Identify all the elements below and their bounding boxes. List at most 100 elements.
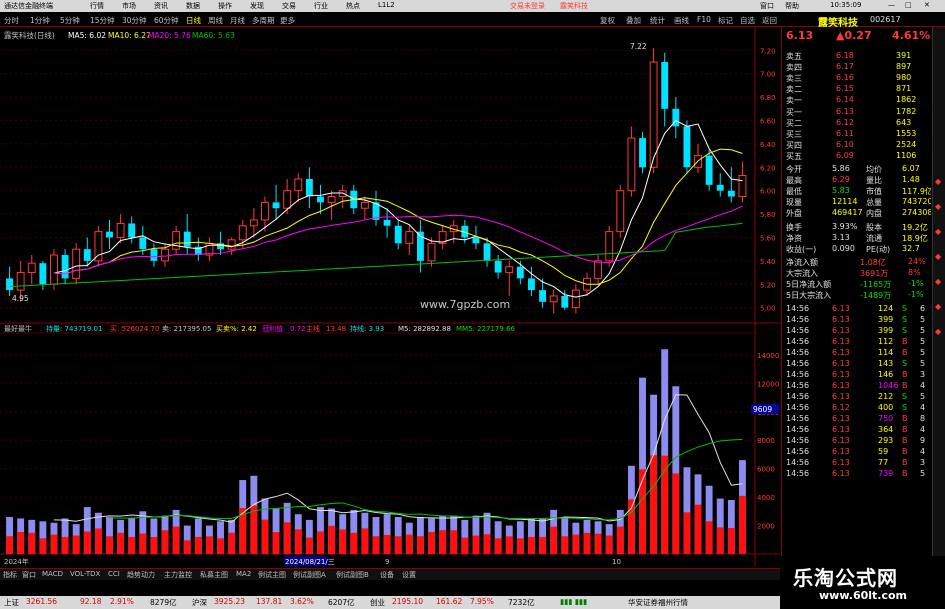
tool-stats[interactable]: 统计 — [650, 15, 665, 26]
side-button[interactable]: ◆ — [935, 277, 941, 286]
tool-overlay[interactable]: 叠加 — [626, 15, 641, 26]
buy-row: 买五 6.09 1106 — [784, 151, 930, 162]
menu-data[interactable]: 数据 — [186, 1, 200, 11]
indicator-buy: 买: 526024.70 — [110, 325, 159, 333]
period-tab[interactable]: 30分钟 — [122, 15, 147, 26]
tool-restore-rights[interactable]: 复权 — [600, 15, 615, 26]
index-hs-name[interactable]: 沪深 — [192, 597, 207, 608]
price-pct: 4.61% — [892, 29, 931, 42]
side-button[interactable]: ◆ — [935, 177, 941, 186]
volume-bar-buy — [583, 532, 591, 554]
side-button[interactable]: ◆ — [935, 227, 941, 236]
menu-l1l2[interactable]: L1L2 — [378, 1, 395, 9]
candle-body-down — [561, 295, 569, 308]
tab-indicator[interactable]: 指标 — [3, 570, 17, 580]
period-tab[interactable]: 分时 — [4, 15, 19, 26]
tab-vol-tdx[interactable]: VOL-TDX — [70, 570, 100, 578]
tick-price: 6.12 — [832, 403, 850, 412]
volume-bar-buy — [383, 534, 391, 554]
side-button[interactable]: ◆ — [935, 202, 941, 211]
tool-draw[interactable]: 画线 — [674, 15, 689, 26]
period-tab[interactable]: 更多 — [280, 15, 295, 26]
flow-label: 5日净流入额 — [786, 280, 832, 289]
tab-ma2[interactable]: MA2 — [236, 570, 251, 578]
period-tab[interactable]: 5分钟 — [60, 15, 80, 26]
volume-bar-buy — [72, 535, 80, 554]
index-cy-name[interactable]: 创业 — [370, 597, 385, 608]
tick-volume: 114 — [878, 348, 894, 357]
tool-mark[interactable]: 标记 — [718, 15, 733, 26]
candle-body-down — [528, 278, 535, 291]
order-level-label: 卖三 — [786, 74, 802, 83]
menu-operate[interactable]: 操作 — [218, 1, 232, 11]
price-tick-label: 6.60 — [760, 118, 776, 126]
tool-back[interactable]: 返回 — [762, 15, 777, 26]
menu-window[interactable]: 窗口 — [760, 1, 774, 11]
price-tick-label: 6.00 — [760, 188, 776, 196]
menu-discover[interactable]: 发现 — [250, 1, 264, 11]
tick-count: 5 — [920, 315, 926, 324]
period-tab-active[interactable]: 日线 — [186, 15, 201, 26]
period-tab[interactable]: 60分钟 — [154, 15, 179, 26]
volume-bar-buy — [572, 534, 580, 554]
period-tab[interactable]: 周线 — [208, 15, 223, 26]
tick-row: 14:56 6.13 59 B 4 — [784, 447, 930, 458]
candle-body-up — [738, 174, 747, 198]
volume-bar-buy — [94, 528, 102, 554]
menu-quotes[interactable]: 行情 — [90, 1, 104, 11]
period-tab[interactable]: 1分钟 — [30, 15, 50, 26]
side-button[interactable]: ◆ — [935, 327, 941, 336]
tick-row: 14:56 6.13 293 B 9 — [784, 436, 930, 447]
menu-hotspot[interactable]: 热点 — [346, 1, 360, 11]
trade-login-status[interactable]: 交易未登录 — [510, 1, 545, 11]
tab-private-main[interactable]: 私募主图 — [200, 570, 228, 580]
stat-value: 274308 — [902, 208, 931, 217]
side-button[interactable]: ◆ — [935, 252, 941, 261]
tab-main-monitor[interactable]: 主力监控 — [164, 570, 192, 580]
tab-test-main[interactable]: 例试主图 — [258, 570, 286, 580]
candle-body-down — [106, 231, 113, 238]
period-tab[interactable]: 多周期 — [252, 15, 275, 26]
menu-help[interactable]: 帮助 — [785, 1, 799, 11]
tab-macd[interactable]: MACD — [42, 570, 63, 578]
maximize-button[interactable]: □ — [905, 1, 912, 9]
close-button[interactable]: ✕ — [924, 1, 930, 9]
menu-trade[interactable]: 交易 — [282, 1, 296, 11]
minimize-button[interactable]: — — [888, 1, 895, 9]
flow-row: 5日大宗流入 -1489万 -1% — [784, 290, 930, 301]
menu-market[interactable]: 市场 — [122, 1, 136, 11]
volume-bar-buy — [672, 473, 680, 554]
tick-time: 14:56 — [786, 315, 810, 324]
tab-trend-power[interactable]: 趋势动力 — [127, 570, 155, 580]
index-sh-turnover: 8279亿 — [150, 598, 177, 607]
menu-news[interactable]: 资讯 — [154, 1, 168, 11]
chart-area[interactable]: 7.20 7.00 6.80 6.60 6.40 6.20 6.00 5.80 5.60 5.40… — [0, 27, 780, 567]
candle-body-up — [161, 248, 169, 262]
tab-test-sub-b[interactable]: 例试副图B — [336, 570, 369, 580]
index-sh-name[interactable]: 上证 — [4, 597, 19, 608]
stat-value: 3.13 — [832, 233, 850, 242]
order-price: 6.09 — [836, 151, 854, 160]
candle-body-down — [539, 290, 547, 302]
tab-device[interactable]: 设备 — [380, 570, 394, 580]
candle-body-up — [605, 231, 614, 262]
indicator-sell: 卖: 217395.05 — [162, 325, 211, 333]
tab-window[interactable]: 窗口 — [22, 570, 36, 580]
period-tab[interactable]: 月线 — [230, 15, 245, 26]
stat-label: 内盘 — [866, 209, 882, 218]
candle-body-up — [261, 201, 269, 221]
tab-test-sub-a[interactable]: 例试副图A — [293, 570, 326, 580]
tick-time: 14:56 — [786, 458, 810, 467]
tab-settings[interactable]: 设置 — [402, 570, 416, 580]
stat-row: 现量 12114 总量 743720 — [784, 197, 931, 208]
stat-value: 5.83 — [832, 186, 850, 195]
side-button[interactable]: ◆ — [935, 302, 941, 311]
tool-watchlist[interactable]: 自选 — [740, 15, 755, 26]
tool-f10[interactable]: F10 — [697, 15, 711, 24]
volume-bar-buy — [694, 504, 702, 554]
tab-cci[interactable]: CCI — [108, 570, 120, 578]
volume-bar-buy — [339, 529, 347, 554]
menu-industry[interactable]: 行业 — [314, 1, 328, 11]
period-tab[interactable]: 15分钟 — [90, 15, 115, 26]
tick-count: 5 — [920, 337, 926, 346]
